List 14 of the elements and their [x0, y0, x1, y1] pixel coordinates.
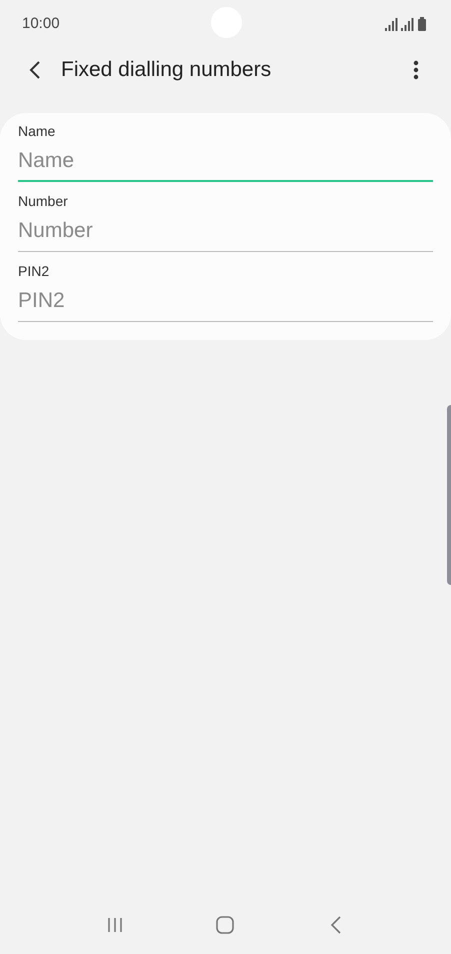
home-icon [216, 916, 234, 934]
back-icon [29, 60, 41, 80]
input-field[interactable]: Name [18, 141, 433, 182]
field-label: PIN2 [18, 262, 50, 281]
input-field[interactable]: Number [18, 211, 433, 252]
page-title: Fixed dialling numbers [61, 57, 272, 84]
status-icons [385, 17, 429, 31]
back-icon [330, 916, 341, 934]
field-label: Number [18, 192, 69, 211]
more-icon [413, 60, 419, 80]
input-field[interactable]: PIN2 [18, 281, 433, 322]
status-time: 10:00 [22, 14, 60, 34]
field-label: Name [18, 122, 56, 141]
recent-apps-icon [107, 917, 124, 933]
